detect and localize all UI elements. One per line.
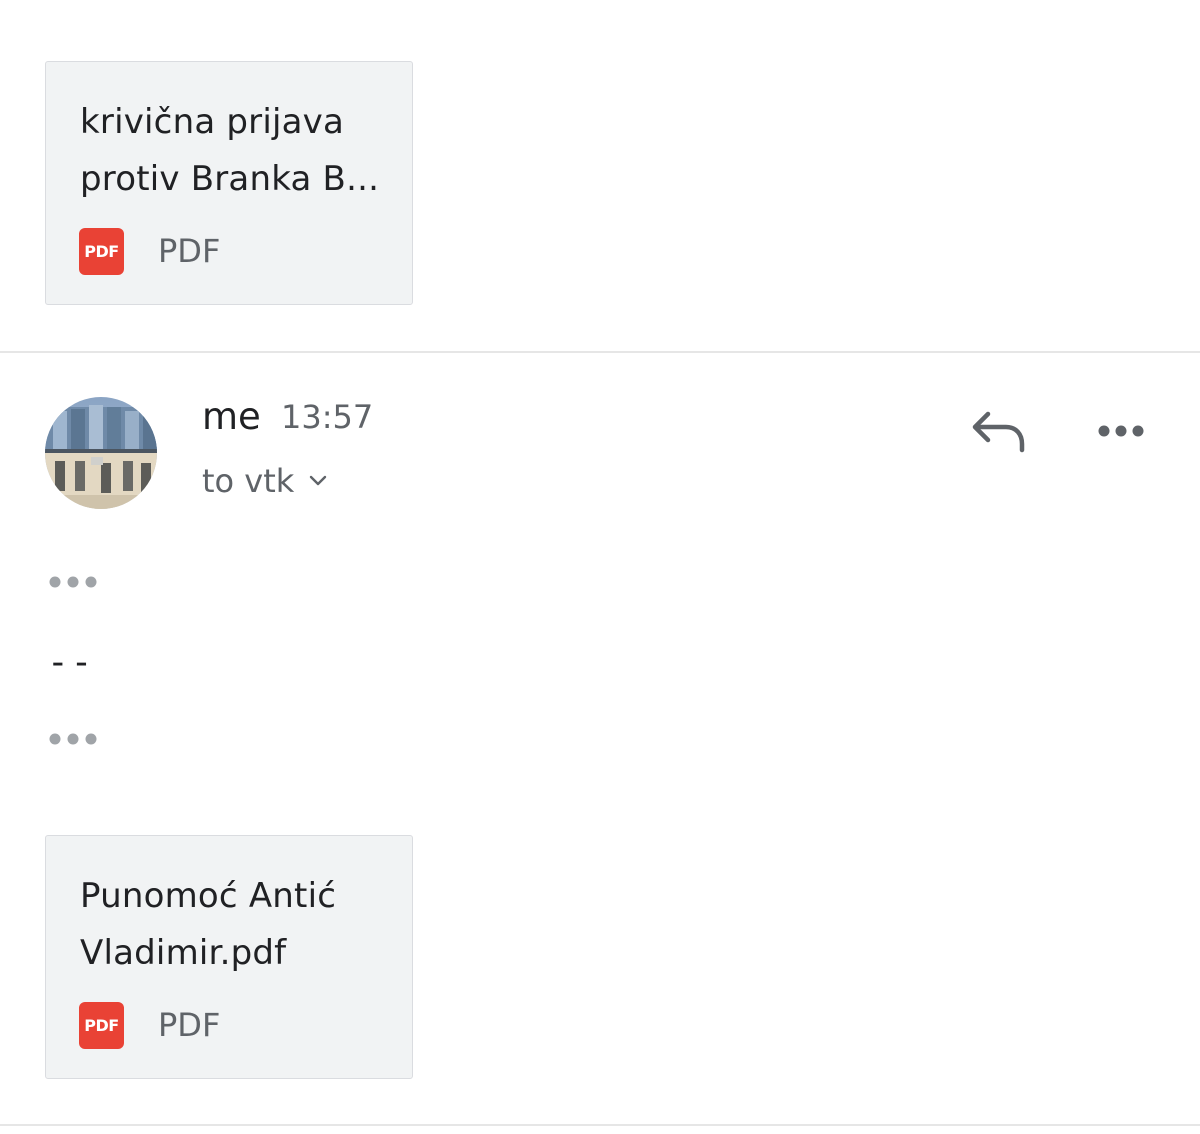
- message-time: 13:57: [281, 398, 374, 436]
- chevron-down-icon: [310, 475, 327, 486]
- pdf-icon: PDF: [79, 228, 124, 275]
- attachment-filename: Punomoć Antić Vladimir.pdf: [80, 868, 390, 982]
- signature-separator: --: [47, 642, 95, 683]
- show-trimmed-content-button[interactable]: [46, 729, 102, 749]
- more-options-button[interactable]: [1094, 416, 1148, 446]
- attachment-filename-line-1: Punomoć Antić: [80, 876, 337, 916]
- pdf-icon: PDF: [79, 1002, 124, 1049]
- avatar[interactable]: [45, 397, 157, 509]
- show-trimmed-content-button[interactable]: [46, 572, 102, 592]
- ellipsis-icon: [49, 576, 97, 588]
- reply-icon: [972, 411, 1025, 453]
- attachment-filename-line-1: krivična prijava: [80, 102, 345, 142]
- more-horizontal-icon: [1098, 425, 1144, 437]
- avatar-photo: [45, 397, 157, 509]
- pdf-icon-label: PDF: [84, 1016, 119, 1035]
- attachment-filename-line-2: protiv Branka B...: [80, 159, 380, 199]
- attachment-card-krivicna-prijava[interactable]: krivična prijava protiv Branka B... PDF …: [45, 61, 413, 305]
- reply-button[interactable]: [968, 404, 1028, 458]
- attachment-file-type: PDF: [158, 232, 221, 270]
- attachment-card-punomoc[interactable]: Punomoć Antić Vladimir.pdf PDF PDF: [45, 835, 413, 1079]
- ellipsis-icon: [49, 733, 97, 745]
- sender-name: me: [202, 395, 261, 438]
- attachment-file-type: PDF: [158, 1006, 221, 1044]
- recipients-label: to vtk: [202, 462, 295, 500]
- message-divider: [0, 1124, 1200, 1126]
- recipients-toggle[interactable]: to vtk: [202, 461, 328, 501]
- attachment-filename: krivična prijava protiv Branka B...: [80, 94, 390, 208]
- attachment-filename-line-2: Vladimir.pdf: [80, 933, 287, 973]
- message-divider: [0, 351, 1200, 353]
- pdf-icon-label: PDF: [84, 242, 119, 261]
